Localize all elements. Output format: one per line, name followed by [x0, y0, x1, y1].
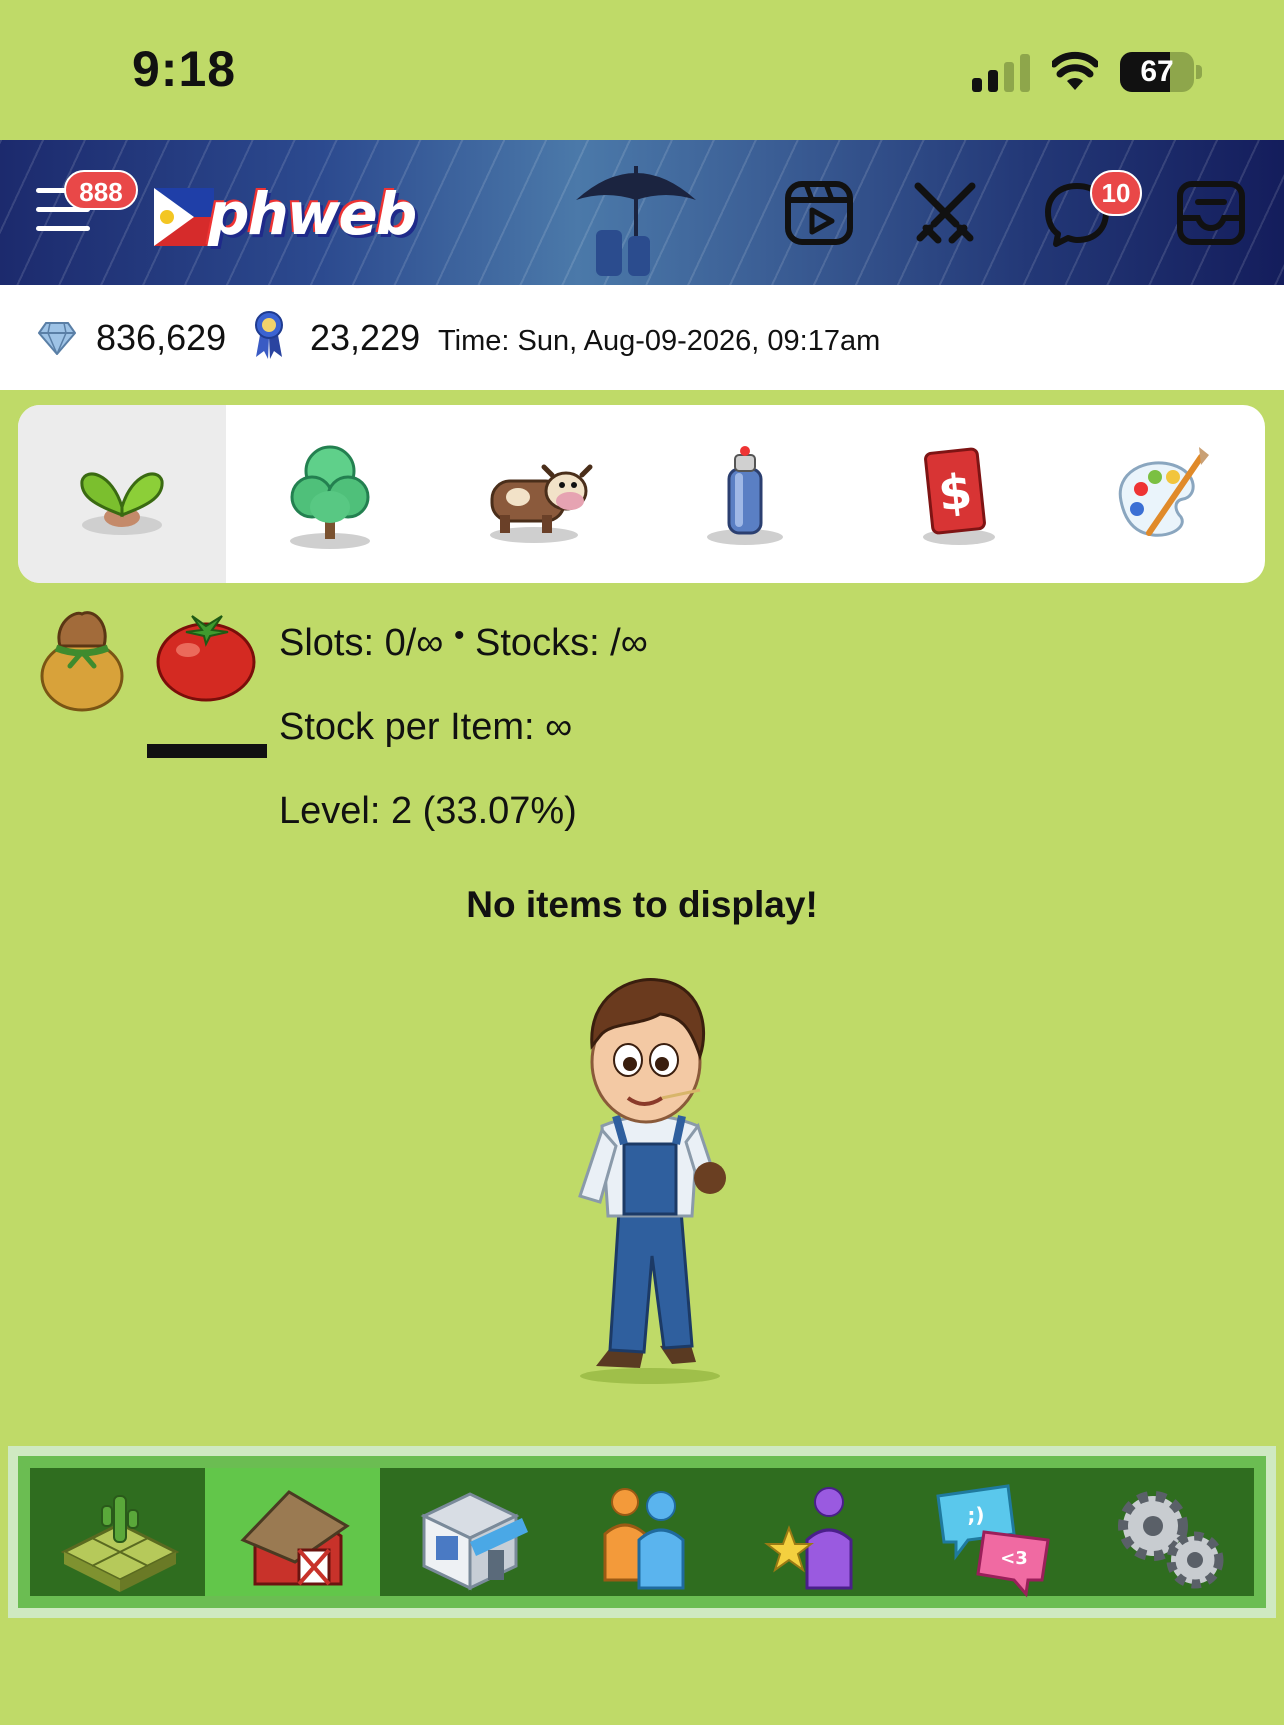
stocks-text: Stocks: /∞	[475, 622, 648, 664]
settings-gears-icon	[1118, 1491, 1224, 1589]
tomato-icon	[156, 615, 256, 702]
ribbons-value: 23,229	[310, 317, 421, 358]
server-time: Time: Sun, Aug-09-2026, 09:17am	[438, 325, 881, 357]
category-tabs: $	[18, 405, 1265, 583]
status-time: 9:18	[132, 41, 237, 97]
nav-barn[interactable]	[204, 1468, 380, 1596]
battery-icon: 67	[1120, 52, 1202, 92]
logo-text: phweb	[208, 180, 417, 248]
seed-bag-icon	[40, 611, 124, 712]
paint-palette-icon	[1118, 447, 1210, 537]
tab-seeds[interactable]	[18, 405, 226, 583]
tab-animals[interactable]	[434, 405, 642, 583]
nav-achievements[interactable]	[729, 1468, 904, 1596]
tree-icon	[289, 445, 370, 549]
inbox-icon[interactable]	[1176, 178, 1246, 248]
slots-text: Slots: 0/∞	[279, 622, 444, 664]
separator-dot: •	[453, 619, 465, 652]
spray-can-icon	[707, 446, 784, 545]
wifi-icon	[1052, 51, 1098, 90]
farmer-character-illustration	[578, 978, 726, 1384]
tab-cash[interactable]: $	[849, 405, 1057, 583]
philippine-flag-icon	[154, 188, 214, 246]
nav-messages[interactable]: ;) <3	[904, 1468, 1079, 1598]
signal-icon	[972, 54, 1030, 92]
achievements-icon	[764, 1487, 853, 1590]
friends-icon	[603, 1488, 685, 1590]
sprout-icon	[80, 472, 164, 535]
svg-text:<3: <3	[1000, 1548, 1028, 1569]
ribbon-icon	[255, 311, 283, 359]
phweb-logo[interactable]: phweb	[154, 180, 417, 250]
empty-message: No items to display!	[466, 884, 818, 925]
item-underline	[147, 744, 267, 758]
farm-plot-icon	[60, 1495, 180, 1592]
battle-icon[interactable]	[910, 178, 980, 248]
currency-bar: 836,629 23,229 Time: Sun, Aug-09-2026, 0…	[0, 285, 1284, 390]
barn-icon	[240, 1490, 350, 1586]
umbrella-illustration	[576, 166, 696, 276]
diamond-icon	[38, 322, 76, 355]
slots-stocks-line: Slots: 0/∞ • Stocks: /∞	[279, 619, 648, 665]
status-bar: 9:18 67	[0, 0, 1284, 140]
menu-badge: 888	[64, 170, 138, 210]
bottom-nav: ;) <3	[8, 1446, 1276, 1618]
shop-icon	[420, 1492, 528, 1591]
nav-farm[interactable]	[30, 1468, 205, 1596]
stock-per-item: Stock per Item: ∞	[279, 706, 573, 748]
chat-badge: 10	[1090, 170, 1142, 216]
level-text: Level: 2 (33.07%)	[279, 790, 577, 832]
nav-shop[interactable]	[380, 1468, 555, 1596]
cow-icon	[489, 464, 593, 543]
tab-sprays[interactable]	[641, 405, 849, 583]
nav-friends[interactable]	[555, 1468, 730, 1596]
tab-trees[interactable]	[226, 405, 434, 583]
video-icon[interactable]	[784, 178, 854, 248]
nav-settings[interactable]	[1079, 1468, 1254, 1596]
svg-text:;): ;)	[968, 1503, 985, 1527]
dollar-card-icon: $	[923, 447, 996, 545]
battery-level: 67	[1140, 55, 1174, 88]
chat-bubbles-icon: ;) <3	[936, 1484, 1051, 1598]
tab-decorations[interactable]	[1057, 405, 1265, 583]
gems-value: 836,629	[96, 317, 227, 358]
svg-text:$: $	[936, 463, 975, 522]
header-banner: 888 phweb 10	[0, 140, 1284, 285]
